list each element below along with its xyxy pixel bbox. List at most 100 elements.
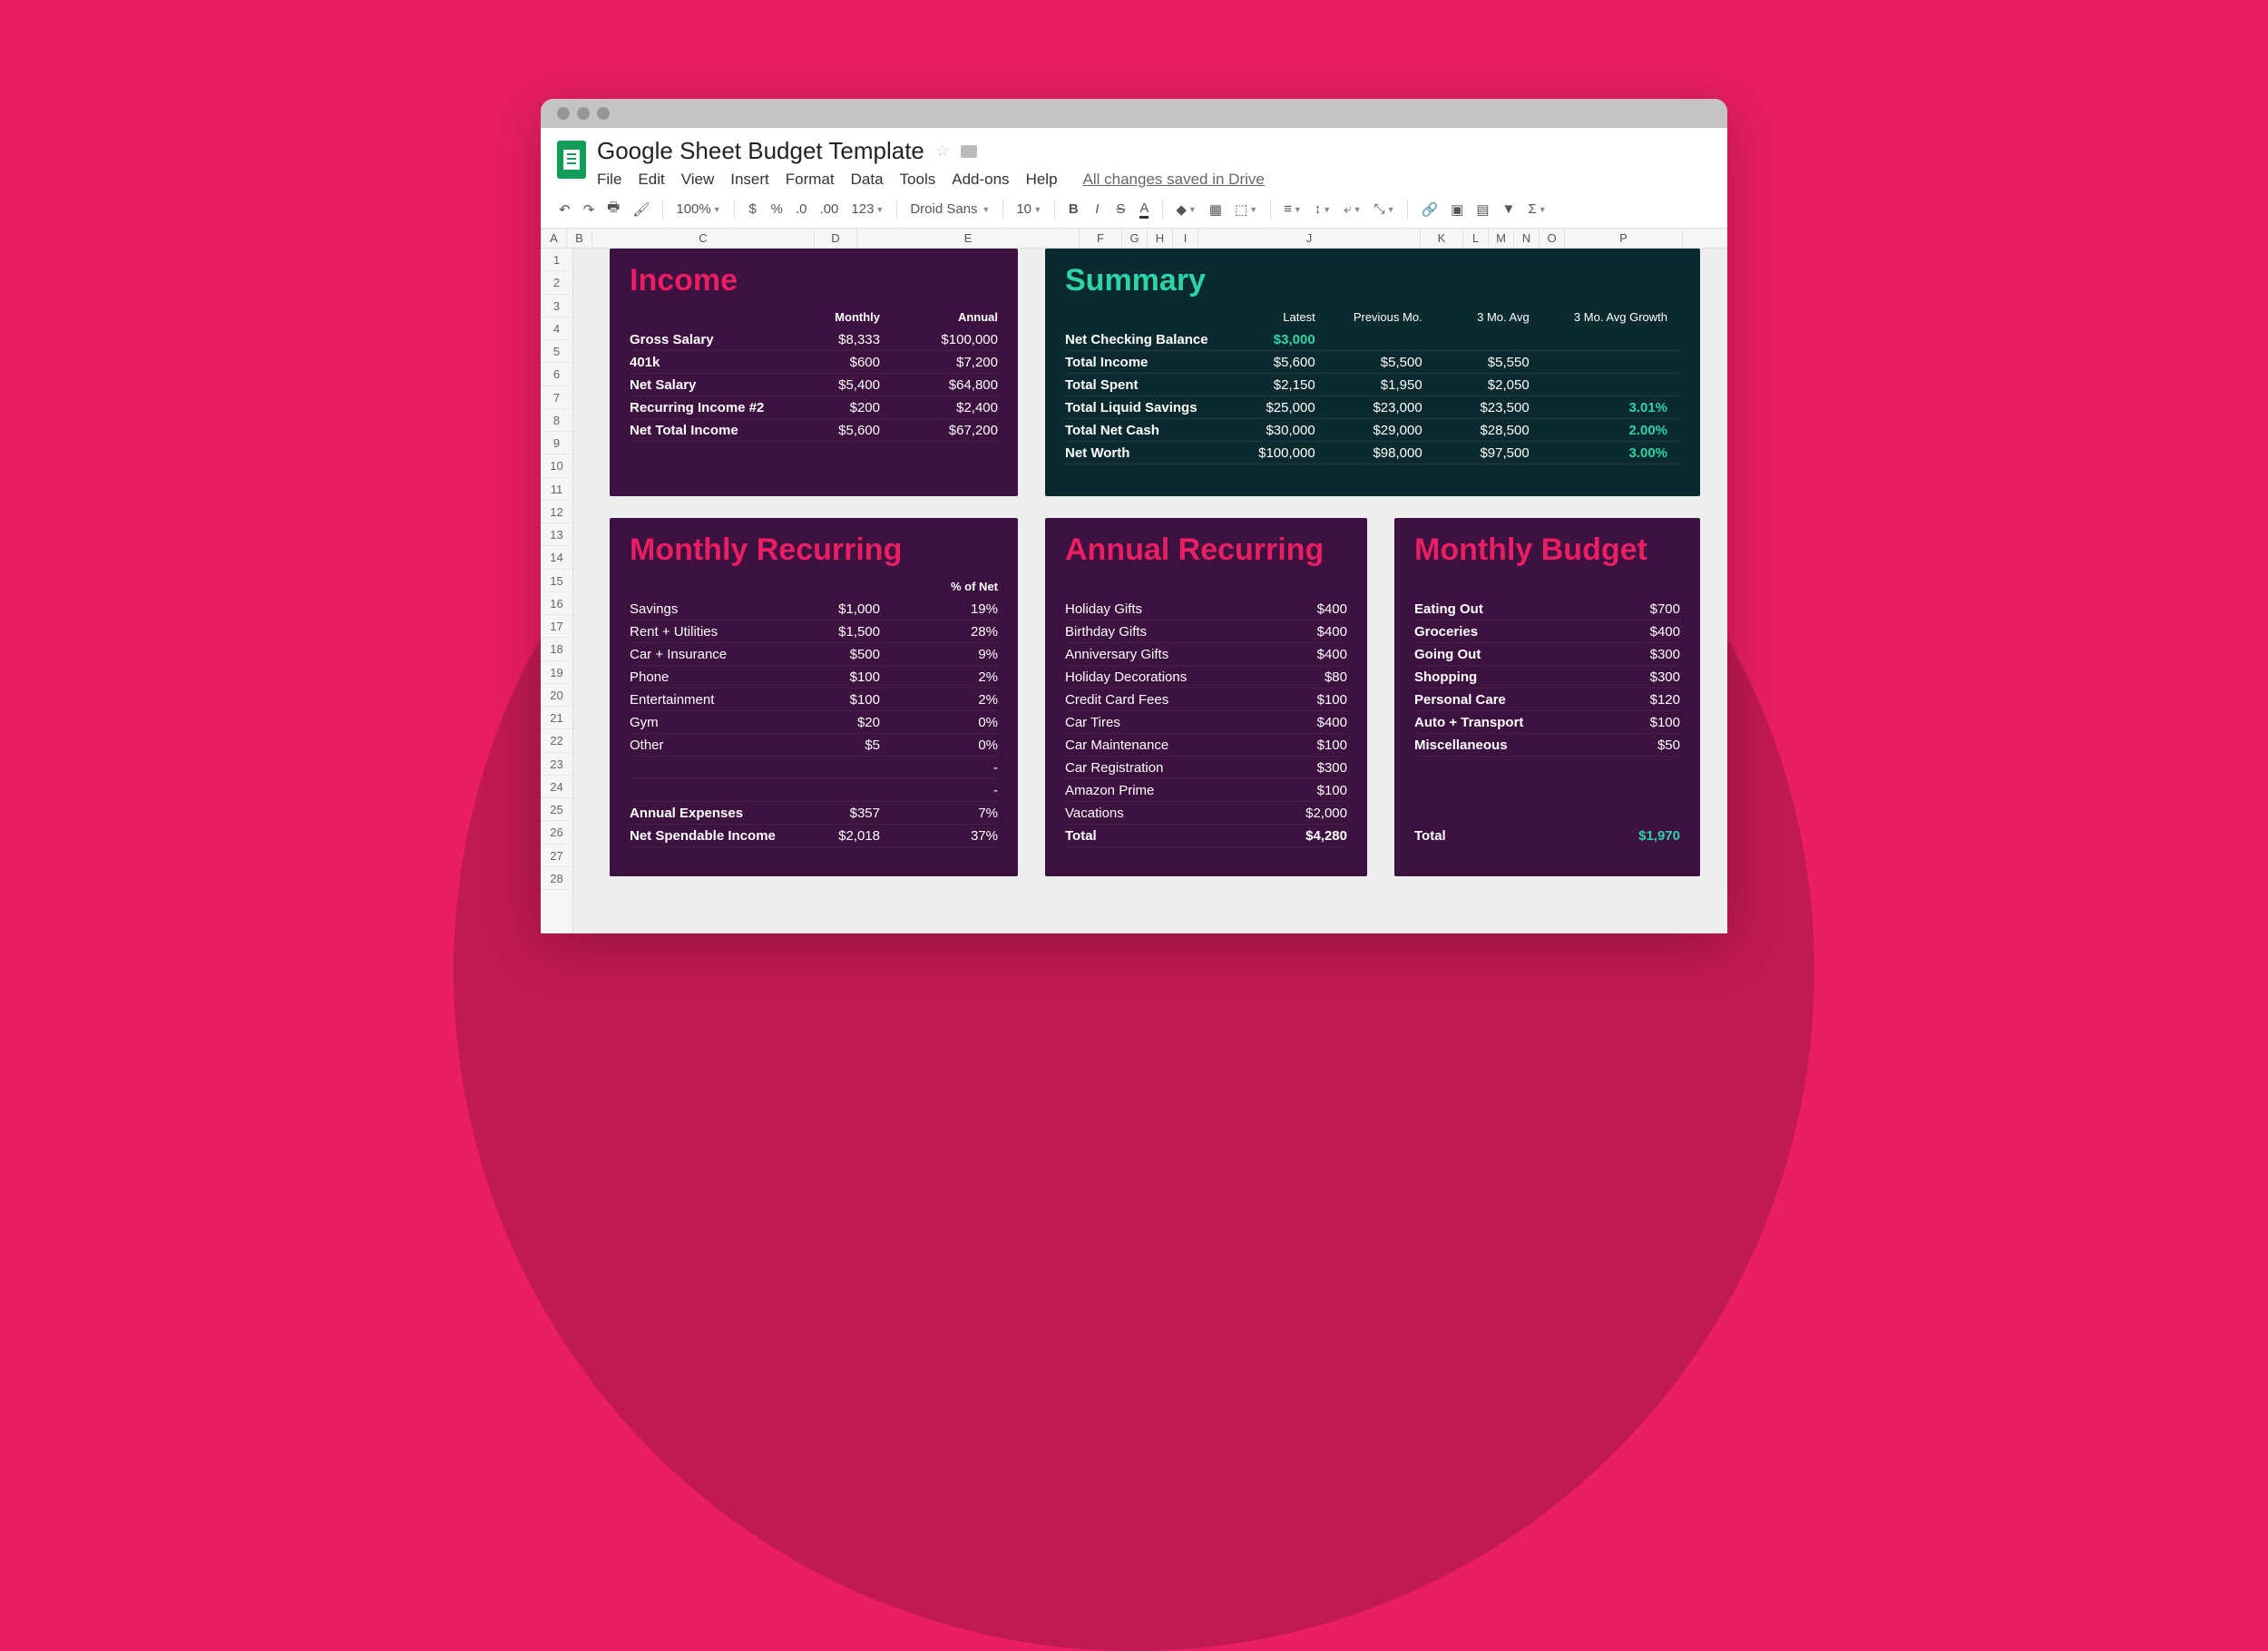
paint-format-button[interactable]: 🖌 [627, 198, 655, 221]
row-header[interactable]: 9 [541, 432, 572, 454]
column-header[interactable]: L [1463, 229, 1489, 248]
decrease-decimal-button[interactable]: .0 [790, 198, 813, 220]
row-header[interactable]: 5 [541, 340, 572, 363]
table-row: Savings$1,00019% [630, 598, 998, 620]
row-header[interactable]: 3 [541, 295, 572, 318]
maximize-icon[interactable] [597, 107, 610, 120]
fill-color-button[interactable]: ◆▼ [1170, 198, 1201, 221]
strikethrough-button[interactable]: S [1110, 198, 1131, 220]
bold-button[interactable]: B [1062, 198, 1084, 220]
row-header[interactable]: 1 [541, 249, 572, 271]
column-header[interactable]: E [857, 229, 1080, 248]
row-header[interactable]: 20 [541, 684, 572, 707]
summary-header-prev: Previous Mo. [1328, 310, 1435, 324]
row-header[interactable]: 17 [541, 615, 572, 638]
menu-insert[interactable]: Insert [730, 171, 769, 189]
increase-decimal-button[interactable]: .00 [815, 198, 845, 220]
menu-data[interactable]: Data [851, 171, 884, 189]
menu-help[interactable]: Help [1026, 171, 1058, 189]
font-size-dropdown[interactable]: 10▼ [1011, 198, 1047, 220]
menu-format[interactable]: Format [786, 171, 835, 189]
text-color-button[interactable]: A [1133, 197, 1155, 222]
menu-file[interactable]: File [597, 171, 621, 189]
row-header[interactable]: 21 [541, 707, 572, 729]
row-header[interactable]: 6 [541, 363, 572, 386]
currency-button[interactable]: $ [742, 198, 764, 220]
chart-button[interactable]: ▤ [1471, 198, 1494, 221]
row-header[interactable]: 27 [541, 845, 572, 867]
undo-button[interactable]: ↶ [553, 198, 576, 221]
filter-button[interactable]: ▼ [1497, 198, 1521, 220]
row-header[interactable]: 26 [541, 821, 572, 844]
row-header[interactable]: 22 [541, 729, 572, 752]
v-align-button[interactable]: ↕▼ [1309, 198, 1336, 220]
row-header[interactable]: 7 [541, 386, 572, 409]
row-header[interactable]: 16 [541, 592, 572, 615]
column-header[interactable]: D [815, 229, 857, 248]
h-align-button[interactable]: ≡▼ [1278, 198, 1307, 220]
column-header[interactable]: Q [1683, 229, 1727, 248]
menu-tools[interactable]: Tools [900, 171, 936, 189]
column-header[interactable]: I [1173, 229, 1198, 248]
column-header[interactable]: C [592, 229, 815, 248]
column-header[interactable]: M [1489, 229, 1514, 248]
menu-bar: File Edit View Insert Format Data Tools … [597, 171, 1711, 189]
link-button[interactable]: 🔗 [1415, 198, 1443, 221]
column-header[interactable]: H [1148, 229, 1173, 248]
merge-button[interactable]: ⬚▼ [1229, 198, 1263, 221]
table-row: Net Checking Balance$3,000 [1065, 328, 1680, 351]
menu-view[interactable]: View [681, 171, 715, 189]
row-header[interactable]: 24 [541, 776, 572, 798]
row-header[interactable]: 18 [541, 638, 572, 660]
print-button[interactable]: 🖶 [601, 194, 625, 224]
table-row: Other$50% [630, 734, 998, 757]
menu-addons[interactable]: Add-ons [952, 171, 1009, 189]
row-header[interactable]: 10 [541, 454, 572, 477]
row-header[interactable]: 8 [541, 409, 572, 432]
star-icon[interactable]: ☆ [935, 142, 950, 161]
column-header[interactable]: P [1565, 229, 1683, 248]
column-header[interactable]: B [567, 229, 592, 248]
comment-button[interactable]: ▣ [1445, 198, 1469, 221]
column-header[interactable]: A [542, 229, 567, 248]
summary-title: Summary [1065, 263, 1680, 298]
row-header[interactable]: 25 [541, 798, 572, 821]
column-header[interactable]: F [1080, 229, 1122, 248]
menu-edit[interactable]: Edit [638, 171, 664, 189]
row-header[interactable]: 11 [541, 478, 572, 501]
borders-button[interactable]: ▦ [1204, 198, 1227, 221]
row-header[interactable]: 14 [541, 546, 572, 569]
column-header[interactable]: J [1198, 229, 1421, 248]
table-row: Net Salary$5,400$64,800 [630, 374, 998, 396]
column-header[interactable]: K [1421, 229, 1463, 248]
sheet-cells[interactable]: Income Monthly Annual Gross Salary$8,333… [573, 249, 1727, 933]
row-header[interactable]: 12 [541, 501, 572, 523]
minimize-icon[interactable] [577, 107, 590, 120]
column-header[interactable]: N [1514, 229, 1540, 248]
table-row: Net Worth$100,000$98,000$97,5003.00% [1065, 442, 1680, 464]
row-header[interactable]: 2 [541, 271, 572, 294]
functions-button[interactable]: Σ▼ [1522, 198, 1551, 220]
folder-icon[interactable] [961, 145, 977, 158]
close-icon[interactable] [557, 107, 570, 120]
column-header[interactable]: O [1540, 229, 1565, 248]
row-header[interactable]: 15 [541, 570, 572, 592]
font-dropdown[interactable]: Droid Sans▼ [904, 198, 995, 220]
zoom-dropdown[interactable]: 100%▼ [670, 198, 726, 220]
wrap-button[interactable]: ⤶▼ [1338, 198, 1366, 220]
document-title[interactable]: Google Sheet Budget Template ☆ [597, 137, 1711, 165]
percent-button[interactable]: % [766, 198, 788, 220]
rotate-button[interactable]: ⤡▼ [1369, 198, 1401, 220]
italic-button[interactable]: I [1086, 198, 1108, 220]
column-header[interactable]: G [1122, 229, 1148, 248]
redo-button[interactable]: ↷ [578, 198, 601, 221]
row-header[interactable]: 13 [541, 523, 572, 546]
row-header[interactable]: 28 [541, 867, 572, 890]
row-header[interactable]: 23 [541, 753, 572, 776]
row-header[interactable]: 19 [541, 661, 572, 684]
income-card: Income Monthly Annual Gross Salary$8,333… [610, 249, 1018, 496]
row-header[interactable]: 4 [541, 318, 572, 340]
summary-card: Summary Latest Previous Mo. 3 Mo. Avg 3 … [1045, 249, 1700, 496]
number-format-dropdown[interactable]: 123▼ [846, 198, 889, 220]
table-row: Going Out$300 [1414, 643, 1680, 666]
